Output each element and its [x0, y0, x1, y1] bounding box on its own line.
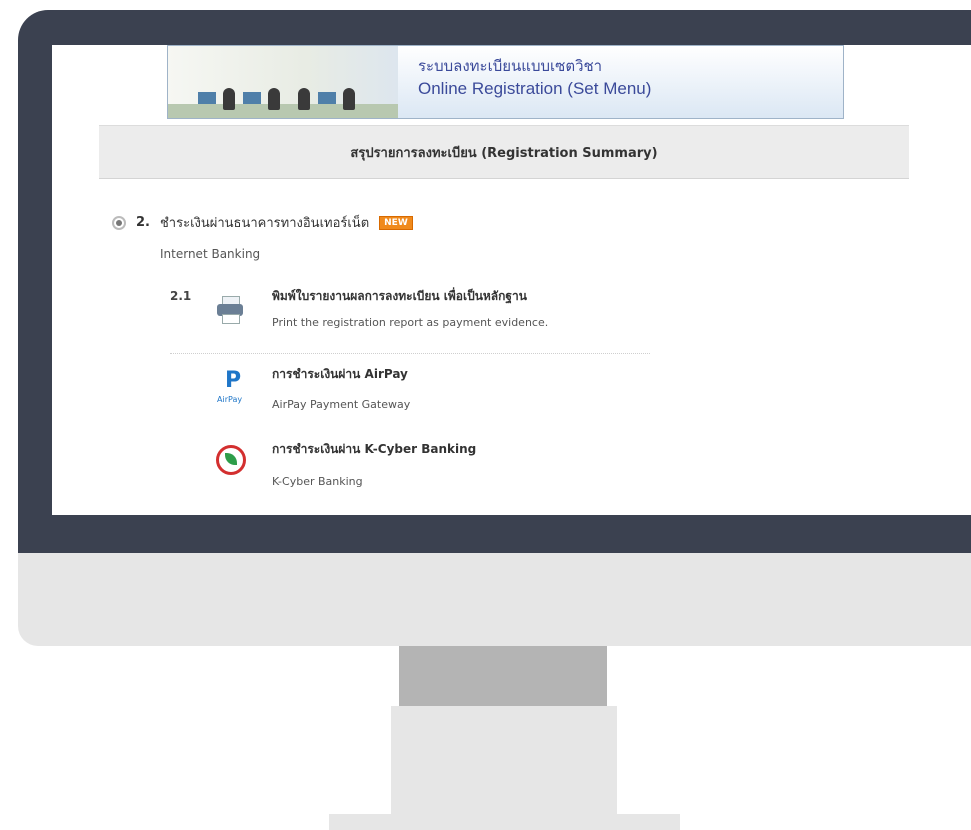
step-title: ชำระเงินผ่านธนาคารทางอินเทอร์เน็ต — [159, 216, 370, 231]
monitor-chin — [18, 553, 971, 646]
new-badge: NEW — [379, 215, 413, 230]
banner-photo — [168, 46, 398, 118]
payment-step: 2. ชำระเงินผ่านธนาคารทางอินเทอร์เน็ต NEW — [112, 212, 413, 233]
banner-title-thai: ระบบลงทะเบียนแบบเซตวิชา — [418, 58, 603, 75]
monitor-stand-base — [329, 814, 680, 830]
registration-summary-header: สรุปรายการลงทะเบียน (Registration Summar… — [99, 125, 909, 179]
monitor-stand-neck — [399, 646, 607, 706]
step-subtitle: Internet Banking — [160, 247, 261, 261]
airpay-icon-caption: AirPay — [217, 395, 243, 404]
screen: ระบบลงทะเบียนแบบเซตวิชา Online Registrat… — [52, 45, 971, 515]
radio-selected-icon[interactable] — [112, 215, 126, 230]
monitor-stand — [391, 706, 617, 814]
print-report-description: Print the registration report as payment… — [272, 316, 549, 329]
banner-title-english: Online Registration (Set Menu) — [418, 79, 652, 98]
printer-icon[interactable] — [215, 294, 245, 324]
airpay-icon[interactable]: P AirPay — [217, 368, 249, 404]
print-report-link[interactable]: พิมพ์ใบรายงานผลการลงทะเบียน เพื่อเป็นหลั… — [272, 287, 527, 306]
divider — [170, 353, 650, 354]
airpay-option-link[interactable]: การชำระเงินผ่าน AirPay — [272, 365, 408, 384]
airpay-option-description: AirPay Payment Gateway — [272, 398, 411, 411]
kcyber-option-link[interactable]: การชำระเงินผ่าน K-Cyber Banking — [272, 440, 476, 459]
kbank-icon[interactable] — [216, 445, 246, 475]
step-number: 2. — [136, 215, 150, 230]
header-banner: ระบบลงทะเบียนแบบเซตวิชา Online Registrat… — [167, 45, 844, 119]
kcyber-option-description: K-Cyber Banking — [272, 475, 363, 488]
substep-number: 2.1 — [170, 289, 192, 303]
